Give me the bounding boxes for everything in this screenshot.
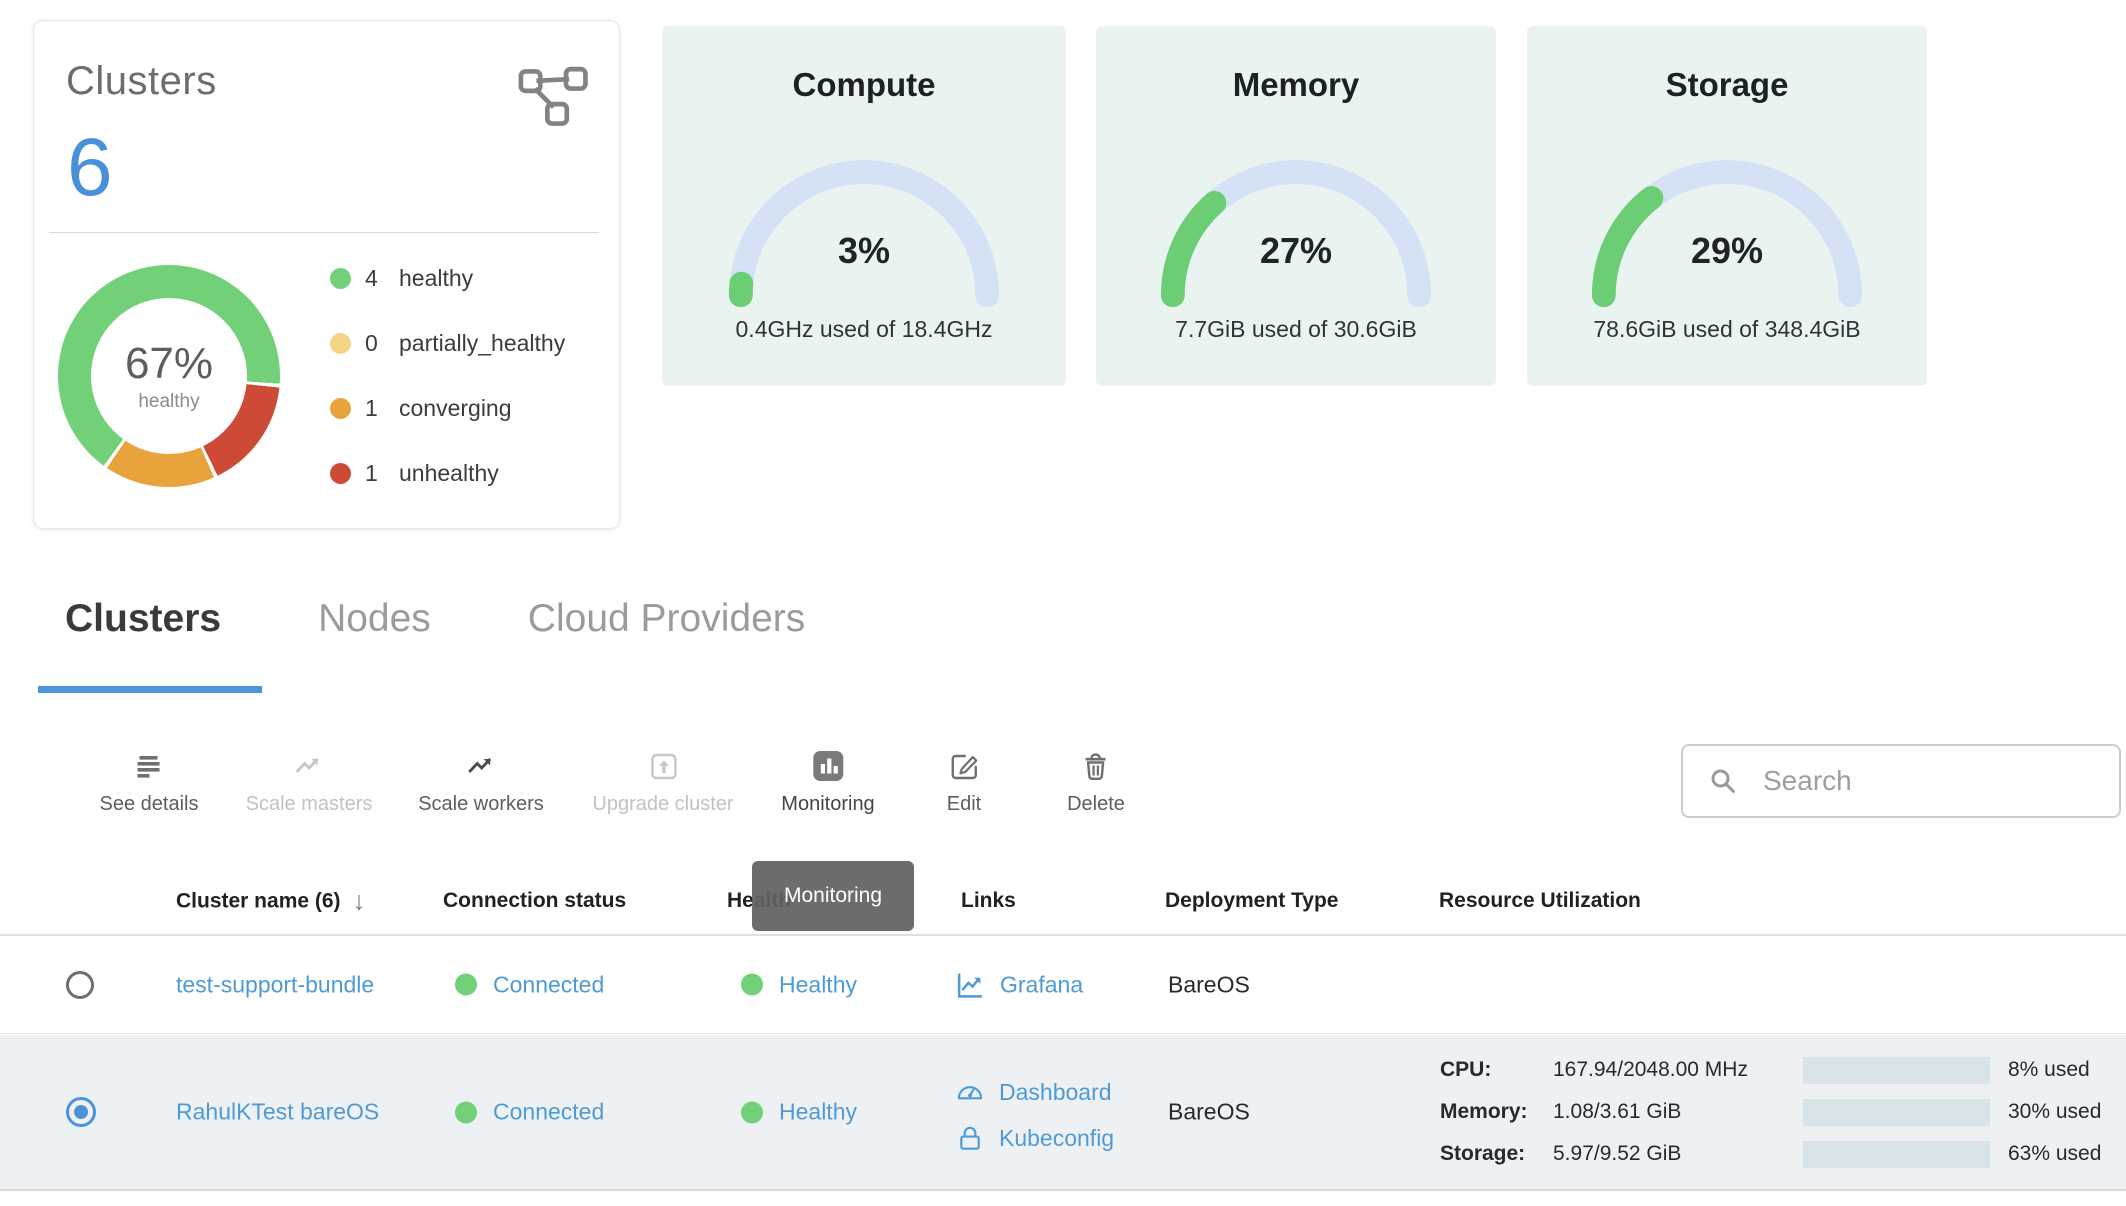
healthy-dot-icon xyxy=(741,1101,763,1123)
storage-card-title: Storage xyxy=(1527,66,1927,104)
cluster-topology-icon xyxy=(513,59,591,129)
cluster-name-link[interactable]: RahulKTest bareOS xyxy=(176,1099,379,1126)
storage-utilization: Storage: 5.97/9.52 GiB 63% used xyxy=(1440,1139,2101,1169)
search-icon xyxy=(1707,765,1739,797)
clusters-summary-card: Clusters 6 67% healthy 4 healthy xyxy=(33,20,620,529)
column-header-cluster-name[interactable]: Cluster name (6)↓ xyxy=(176,886,366,917)
connected-dot-icon xyxy=(455,1101,477,1123)
clusters-card-title: Clusters xyxy=(66,59,217,104)
scale-masters-button[interactable]: Scale masters xyxy=(246,747,373,816)
donut-sublabel: healthy xyxy=(138,391,199,413)
column-header-resource-utilization[interactable]: Resource Utilization xyxy=(1439,889,1641,913)
storage-usage-text: 78.6GiB used of 348.4GiB xyxy=(1527,316,1927,343)
column-header-connection-status[interactable]: Connection status xyxy=(443,889,626,913)
table-row[interactable]: test-support-bundle Connected Healthy Gr… xyxy=(0,936,2126,1034)
connection-status: Connected xyxy=(455,1099,604,1126)
memory-utilization: Memory: 1.08/3.61 GiB 30% used xyxy=(1440,1097,2101,1127)
storage-usage-bar xyxy=(1803,1141,1990,1168)
tab-cloud-providers[interactable]: Cloud Providers xyxy=(528,597,805,641)
memory-percent: 27% xyxy=(1096,230,1496,272)
unhealthy-dot-icon xyxy=(330,463,351,484)
compute-card-title: Compute xyxy=(662,66,1066,104)
connection-status: Connected xyxy=(455,971,604,998)
monitoring-tooltip: Monitoring xyxy=(752,861,914,931)
deployment-type: BareOS xyxy=(1168,971,1250,998)
bar-chart-icon xyxy=(812,747,844,785)
converging-dot-icon xyxy=(330,398,351,419)
grafana-link[interactable]: Grafana xyxy=(955,969,1083,1000)
see-details-button[interactable]: See details xyxy=(100,747,199,816)
sort-desc-icon[interactable]: ↓ xyxy=(353,886,366,917)
edit-button[interactable]: Edit xyxy=(947,747,981,816)
memory-gauge-chart xyxy=(1131,144,1461,312)
cpu-utilization: CPU: 167.94/2048.00 MHz 8% used xyxy=(1440,1055,2090,1085)
storage-gauge-chart xyxy=(1562,144,1892,312)
donut-percent: 67% xyxy=(125,339,213,389)
column-header-links[interactable]: Links xyxy=(961,889,1016,913)
compute-percent: 3% xyxy=(662,230,1066,272)
kubeconfig-link[interactable]: Kubeconfig xyxy=(955,1123,1114,1153)
trending-up-icon xyxy=(465,747,497,785)
row-radio-unselected[interactable] xyxy=(66,971,94,999)
search-input[interactable] xyxy=(1761,764,2119,798)
search-box xyxy=(1681,744,2121,818)
trash-icon xyxy=(1081,747,1112,785)
storage-usage-card: Storage 29% 78.6GiB used of 348.4GiB xyxy=(1527,26,1927,386)
cluster-health-donut-chart: 67% healthy xyxy=(58,265,280,487)
compute-usage-card: Compute 3% 0.4GHz used of 18.4GHz xyxy=(662,26,1066,386)
legend-item-healthy: 4 healthy xyxy=(330,265,565,292)
partially-healthy-dot-icon xyxy=(330,333,351,354)
cluster-health-legend: 4 healthy 0 partially_healthy 1 convergi… xyxy=(330,265,565,487)
lock-icon xyxy=(955,1123,985,1153)
delete-button[interactable]: Delete xyxy=(1067,747,1125,816)
health-status: Healthy xyxy=(741,971,857,998)
main-tabs: Clusters Nodes Cloud Providers xyxy=(65,597,805,641)
upgrade-cluster-button[interactable]: Upgrade cluster xyxy=(592,747,733,816)
column-header-deployment-type[interactable]: Deployment Type xyxy=(1165,889,1338,913)
monitoring-button[interactable]: Monitoring xyxy=(781,747,874,816)
compute-gauge-chart xyxy=(699,144,1029,312)
memory-card-title: Memory xyxy=(1096,66,1496,104)
scale-workers-button[interactable]: Scale workers xyxy=(418,747,544,816)
divider xyxy=(49,232,599,233)
dashboard-link[interactable]: Dashboard xyxy=(955,1077,1112,1107)
upgrade-icon xyxy=(648,747,678,785)
legend-item-partially-healthy: 0 partially_healthy xyxy=(330,330,565,357)
active-tab-indicator xyxy=(38,686,262,693)
row-radio-selected[interactable] xyxy=(66,1097,96,1127)
tab-clusters[interactable]: Clusters xyxy=(65,597,221,641)
dashboard-gauge-icon xyxy=(955,1077,985,1107)
legend-item-unhealthy: 1 unhealthy xyxy=(330,460,565,487)
compute-usage-text: 0.4GHz used of 18.4GHz xyxy=(662,316,1066,343)
table-row-selected[interactable]: RahulKTest bareOS Connected Healthy Dash… xyxy=(0,1035,2126,1191)
table-header-row: Cluster name (6)↓ Connection status Heal… xyxy=(0,868,2126,936)
cpu-usage-bar xyxy=(1803,1057,1990,1084)
memory-usage-bar xyxy=(1803,1099,1990,1126)
health-status: Healthy xyxy=(741,1099,857,1126)
grafana-chart-icon xyxy=(955,969,986,1000)
healthy-dot-icon xyxy=(330,268,351,289)
memory-usage-text: 7.7GiB used of 30.6GiB xyxy=(1096,316,1496,343)
edit-icon xyxy=(949,747,980,785)
deployment-type: BareOS xyxy=(1168,1099,1250,1126)
clusters-count: 6 xyxy=(67,121,113,215)
cluster-name-link[interactable]: test-support-bundle xyxy=(176,971,374,998)
storage-percent: 29% xyxy=(1527,230,1927,272)
tab-nodes[interactable]: Nodes xyxy=(318,597,431,641)
details-icon xyxy=(134,747,164,785)
trending-up-icon xyxy=(293,747,325,785)
healthy-dot-icon xyxy=(741,974,763,996)
connected-dot-icon xyxy=(455,974,477,996)
memory-usage-card: Memory 27% 7.7GiB used of 30.6GiB xyxy=(1096,26,1496,386)
legend-item-converging: 1 converging xyxy=(330,395,565,422)
